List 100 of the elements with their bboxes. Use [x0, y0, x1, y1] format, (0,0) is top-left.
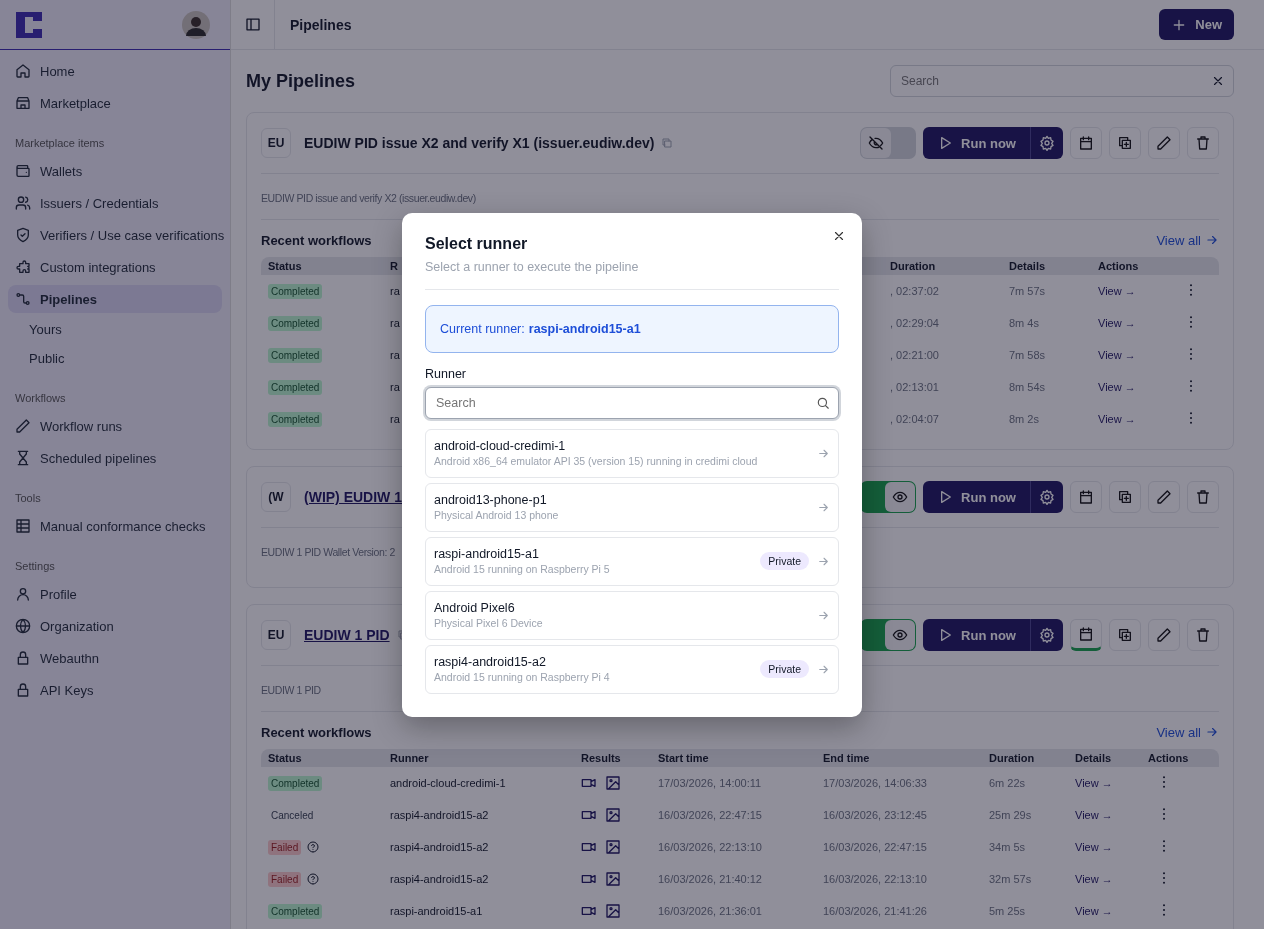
- schedule-button[interactable]: [1070, 481, 1102, 513]
- schedule-button[interactable]: [1070, 127, 1102, 159]
- sidebar-item[interactable]: Issuers / Credentials: [8, 189, 222, 217]
- sidebar-subitem[interactable]: Public: [8, 346, 222, 372]
- pipeline-description: EUDIW 1 PID Wallet Version: 2: [261, 546, 395, 558]
- start-time-cell: 16/03/2026, 22:13:10: [658, 841, 762, 853]
- image-icon[interactable]: [605, 807, 621, 823]
- duplicate-button[interactable]: [1109, 127, 1141, 159]
- view-all-link[interactable]: View all: [1156, 724, 1219, 740]
- sidebar-item[interactable]: Wallets: [8, 157, 222, 185]
- lock-icon: [15, 650, 31, 666]
- view-link[interactable]: View →: [1098, 349, 1136, 361]
- visibility-toggle[interactable]: [860, 481, 917, 513]
- sidebar-subitem[interactable]: Yours: [8, 317, 222, 343]
- sidebar-item[interactable]: Organization: [8, 612, 222, 640]
- view-link[interactable]: View →: [1075, 777, 1113, 789]
- private-badge: Private: [760, 552, 809, 570]
- image-icon[interactable]: [605, 871, 621, 887]
- sidebar-item[interactable]: Manual conformance checks: [8, 512, 222, 540]
- avatar[interactable]: [182, 10, 210, 39]
- end-time-cell: 17/03/2026, 14:06:33: [823, 777, 927, 789]
- trash-icon: [1195, 489, 1211, 505]
- delete-button[interactable]: [1187, 619, 1219, 651]
- end-time-cell: , 02:37:02: [890, 285, 939, 297]
- sidebar-item[interactable]: Scheduled pipelines: [8, 444, 222, 472]
- sidebar-item[interactable]: Webauthn: [8, 644, 222, 672]
- view-link[interactable]: View →: [1075, 905, 1113, 917]
- sidebar-item[interactable]: Workflow runs: [8, 412, 222, 440]
- new-button[interactable]: New: [1159, 9, 1234, 40]
- sidebar-item[interactable]: Custom integrations: [8, 253, 222, 281]
- sidebar-item[interactable]: API Keys: [8, 676, 222, 704]
- schedule-button[interactable]: [1070, 619, 1102, 651]
- help-icon[interactable]: [307, 841, 320, 853]
- calendar-icon: [1078, 135, 1094, 151]
- runner-option[interactable]: raspi-android15-a1 Android 15 running on Raspberry Pi 5 Private: [425, 536, 839, 586]
- view-link[interactable]: View →: [1098, 285, 1136, 297]
- view-link[interactable]: View →: [1075, 809, 1113, 821]
- edit-button[interactable]: [1148, 481, 1180, 513]
- column-header: Actions: [1098, 260, 1139, 272]
- runner-cell: ra: [390, 381, 400, 393]
- edit-button[interactable]: [1148, 127, 1180, 159]
- view-link[interactable]: View →: [1075, 841, 1113, 853]
- pipeline-title[interactable]: EUDIW PID issue X2 and verify X1 (issuer.eudiw.dev): [304, 135, 655, 151]
- runner-cell: ra: [390, 349, 400, 361]
- duplicate-button[interactable]: [1109, 481, 1141, 513]
- runner-cell: raspi4-android15-a2: [390, 809, 489, 821]
- end-time-cell: , 02:29:04: [890, 317, 939, 329]
- runner-description: Physical Android 13 phone: [434, 509, 560, 521]
- visibility-toggle[interactable]: [860, 619, 917, 651]
- runner-option[interactable]: Android Pixel6 Physical Pixel 6 Device: [425, 590, 839, 640]
- image-icon[interactable]: [605, 903, 621, 919]
- arrow-right-icon: [1205, 233, 1219, 247]
- image-icon[interactable]: [605, 839, 621, 855]
- column-header: Status: [268, 260, 302, 272]
- pipeline-title[interactable]: EUDIW 1 PID: [304, 627, 390, 643]
- duplicate-button[interactable]: [1109, 619, 1141, 651]
- delete-button[interactable]: [1187, 127, 1219, 159]
- column-header: Runner: [390, 752, 429, 764]
- column-header: Status: [268, 752, 302, 764]
- runner-option[interactable]: android-cloud-credimi-1 Android x86_64 emulator API 35 (version 15) running in credimi cloud: [425, 428, 839, 478]
- view-link[interactable]: View →: [1098, 317, 1136, 329]
- runner-option[interactable]: raspi4-android15-a2 Android 15 running on Raspberry Pi 4 Private: [425, 644, 839, 694]
- duration-cell: 34m 5s: [989, 841, 1026, 853]
- view-all-link[interactable]: View all: [1156, 232, 1219, 248]
- store-icon: [15, 95, 31, 111]
- sidebar-toggle-icon[interactable]: [245, 0, 275, 49]
- runner-description: Android 15 running on Raspberry Pi 4: [434, 671, 611, 683]
- sidebar-item[interactable]: Marketplace: [8, 89, 222, 117]
- view-link[interactable]: View →: [1098, 381, 1136, 393]
- shield-check-icon: [15, 227, 31, 243]
- duration-cell: 5m 25s: [989, 905, 1026, 917]
- column-header: Results: [581, 752, 621, 764]
- sidebar-item[interactable]: Home: [8, 57, 222, 85]
- pipeline-badge: (W: [261, 482, 291, 512]
- field-label: Runner: [425, 366, 467, 381]
- help-icon[interactable]: [307, 873, 320, 885]
- puzzle-icon: [15, 259, 31, 275]
- duration-cell: 8m 4s: [1009, 317, 1039, 329]
- delete-button[interactable]: [1187, 481, 1219, 513]
- duration-cell: 7m 57s: [1009, 285, 1046, 297]
- eye-icon: [892, 627, 909, 643]
- wallet-icon: [15, 163, 31, 179]
- view-link[interactable]: View →: [1098, 413, 1136, 425]
- view-link[interactable]: View →: [1075, 873, 1113, 885]
- sidebar-item[interactable]: Verifiers / Use case verifications: [8, 221, 222, 249]
- private-badge: Private: [760, 660, 809, 678]
- visibility-toggle[interactable]: [860, 127, 917, 159]
- runner-cell: ra: [390, 413, 400, 425]
- image-icon[interactable]: [605, 775, 621, 791]
- edit-button[interactable]: [1148, 619, 1180, 651]
- sidebar-item[interactable]: Profile: [8, 580, 222, 608]
- clear-icon[interactable]: [1211, 74, 1225, 88]
- pipeline-title[interactable]: (WIP) EUDIW 1: [304, 489, 402, 505]
- runner-option[interactable]: android13-phone-p1 Physical Android 13 phone: [425, 482, 839, 532]
- duration-cell: 32m 57s: [989, 873, 1032, 885]
- runner-cell: ra: [390, 317, 400, 329]
- sidebar-item[interactable]: Pipelines: [8, 285, 222, 313]
- runner-search-field[interactable]: Search: [425, 386, 839, 419]
- search-field[interactable]: Search: [890, 65, 1234, 97]
- start-time-cell: 16/03/2026, 22:47:15: [658, 809, 762, 821]
